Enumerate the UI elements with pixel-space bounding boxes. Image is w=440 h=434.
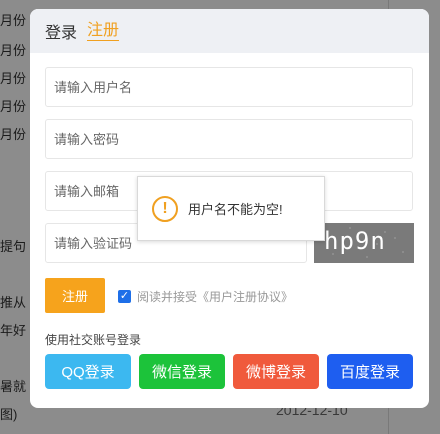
social-login-title: 使用社交账号登录 (45, 333, 142, 347)
register-button[interactable]: 注册 (45, 278, 105, 313)
tab-register[interactable]: 注册 (87, 22, 120, 41)
username-input[interactable] (45, 67, 413, 107)
baidu-login-button[interactable]: 百度登录 (327, 354, 413, 389)
warning-icon: ! (152, 195, 178, 222)
modal-header: 登录 注册 (30, 9, 429, 53)
agree-checkbox[interactable]: ✓ (118, 290, 131, 303)
weibo-login-button[interactable]: 微博登录 (233, 354, 319, 389)
wechat-login-button[interactable]: 微信登录 (139, 354, 225, 389)
agreement: ✓ 阅读并接受《用户注册协议》 (118, 288, 293, 305)
captcha-image[interactable]: hp9n (314, 223, 414, 263)
toast-message: 用户名不能为空! (188, 202, 283, 217)
tab-login[interactable]: 登录 (45, 19, 77, 43)
error-toast: ! 用户名不能为空! (137, 176, 325, 241)
captcha-text: hp9n (324, 227, 386, 255)
password-input[interactable] (45, 119, 413, 159)
agree-text[interactable]: 阅读并接受《用户注册协议》 (137, 288, 293, 305)
qq-login-button[interactable]: QQ登录 (45, 354, 131, 389)
